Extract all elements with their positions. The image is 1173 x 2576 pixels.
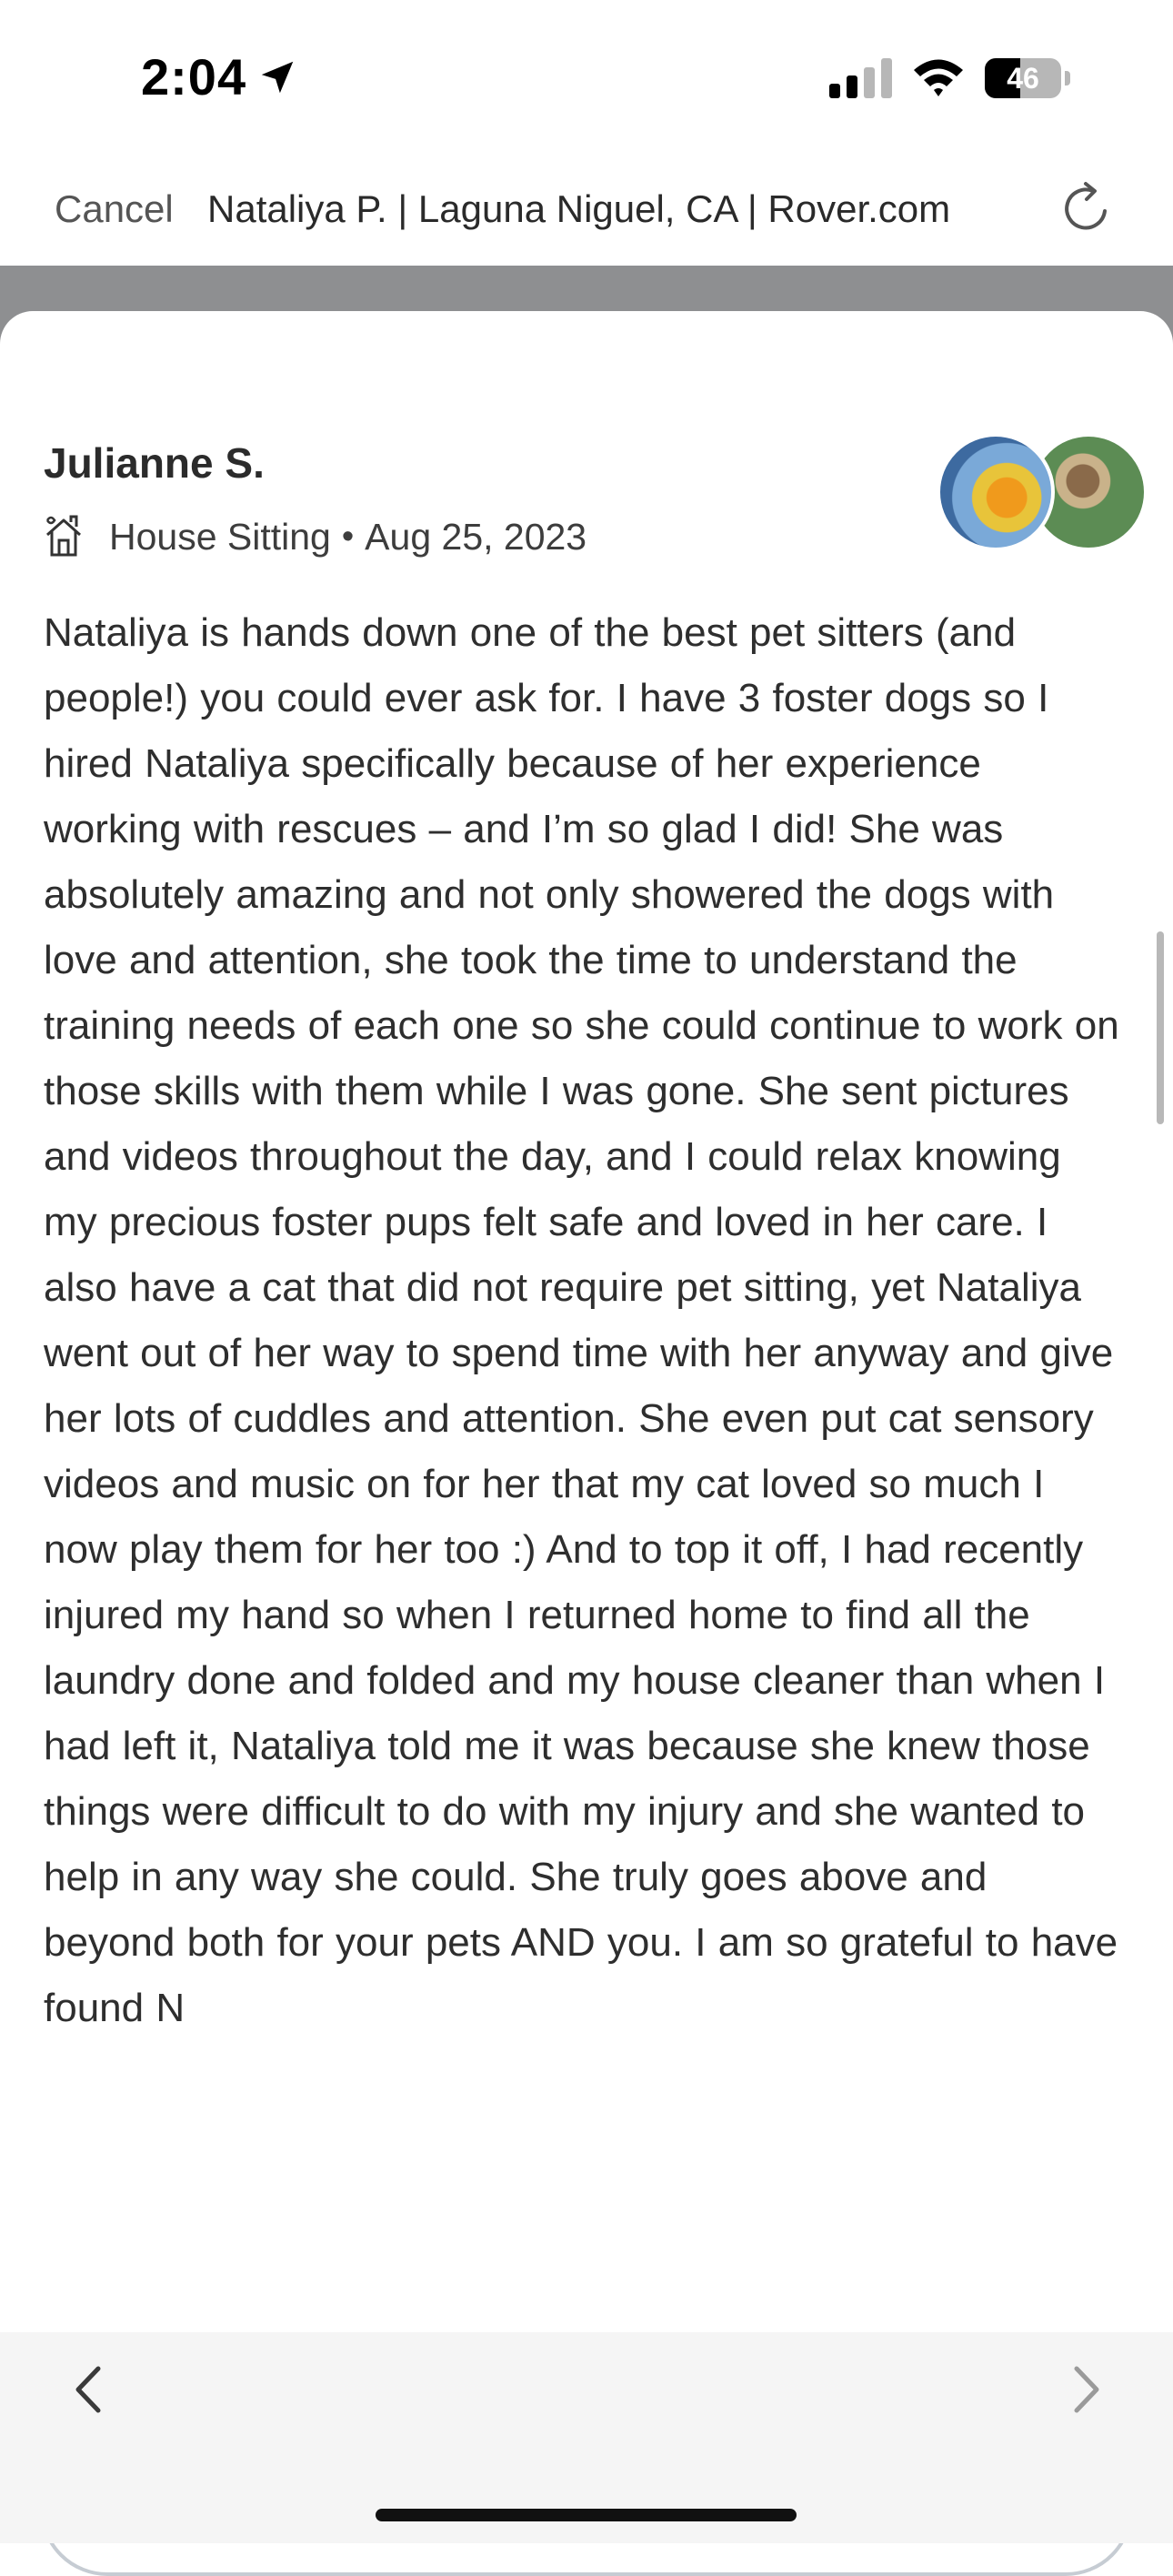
review-date: Aug 25, 2023	[365, 515, 587, 558]
chevron-left-icon[interactable]	[64, 2360, 115, 2420]
cancel-button[interactable]: Cancel	[55, 187, 174, 231]
battery-indicator: 46	[985, 58, 1070, 98]
wifi-icon	[914, 59, 963, 96]
home-indicator	[376, 2509, 797, 2521]
page-title: Nataliya P. | Laguna Niguel, CA | Rover.…	[207, 187, 951, 230]
house-sitting-icon	[45, 515, 81, 557]
meta-separator: •	[341, 517, 355, 556]
cellular-signal-icon	[829, 58, 892, 98]
review-text: Nataliya is hands down one of the best p…	[44, 610, 1119, 2030]
status-bar: 2:04 46	[0, 0, 1173, 155]
status-time: 2:04	[141, 48, 247, 106]
reload-icon[interactable]	[1055, 176, 1118, 240]
battery-cap	[1065, 71, 1070, 86]
review-meta: House Sitting • Aug 25, 2023	[44, 509, 586, 564]
battery-body: 46	[985, 58, 1061, 98]
reviewer-name: Julianne S.	[44, 439, 265, 487]
battery-level: 46	[1007, 62, 1039, 95]
review-modal: Julianne S. House Sitting • Aug 25, 2023…	[0, 311, 1173, 2576]
bottom-toolbar	[0, 2332, 1173, 2543]
service-type: House Sitting	[109, 515, 331, 558]
chevron-right-icon[interactable]	[1060, 2360, 1111, 2420]
browser-header: Cancel Nataliya P. | Laguna Niguel, CA |…	[0, 155, 1173, 266]
scrollbar[interactable]	[1157, 931, 1164, 1124]
pet-avatar-dog-pool	[937, 433, 1055, 551]
location-arrow-icon	[261, 61, 294, 94]
